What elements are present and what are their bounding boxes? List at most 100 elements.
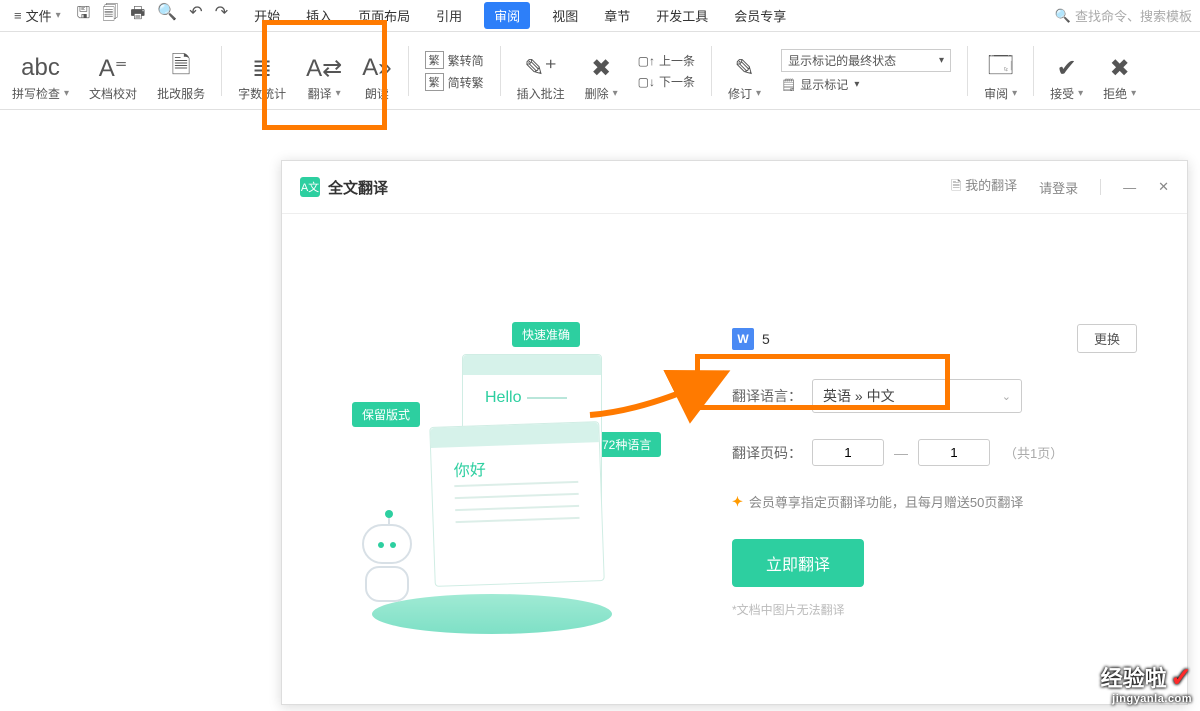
translate-dialog: A文 全文翻译 🗎 我的翻译 请登录 — ✕ 快速准确 保留版式 72种语言 H… bbox=[281, 160, 1188, 705]
separator bbox=[967, 46, 968, 96]
readaloud-button[interactable]: A»朗读 bbox=[354, 40, 399, 102]
display-mode-combo[interactable]: 显示标记的最终状态▾ bbox=[781, 49, 951, 72]
undo-icon[interactable]: ↶ bbox=[189, 2, 202, 29]
doc-row: W 5 更换 bbox=[732, 324, 1137, 353]
dialog-icon: A文 bbox=[300, 177, 320, 197]
translate-form: W 5 更换 翻译语言： 英语 » 中文 ⌄ 翻译页码： — （共1页） ✦ bbox=[672, 234, 1157, 684]
tab-dev[interactable]: 开发工具 bbox=[652, 2, 712, 29]
illustration: 快速准确 保留版式 72种语言 Hello 你好 bbox=[312, 314, 672, 634]
preview-icon[interactable]: 🔍 bbox=[157, 2, 177, 29]
show-markup[interactable]: 🗒显示标记▾ bbox=[781, 76, 951, 93]
nav-group: ▢↑ 上一条 ▢↓下一条 bbox=[630, 40, 703, 102]
prev-label: 上一条 bbox=[659, 52, 695, 69]
separator bbox=[711, 46, 712, 96]
tab-layout[interactable]: 页面布局 bbox=[354, 2, 414, 29]
spellcheck-button[interactable]: abc拼写检查 bbox=[4, 40, 77, 102]
wm-brand: 经验啦 bbox=[1101, 666, 1167, 691]
docproof-icon: A⁼ bbox=[99, 51, 128, 85]
tab-start[interactable]: 开始 bbox=[250, 2, 284, 29]
page-to-input[interactable] bbox=[918, 439, 990, 466]
paper-cn: 你好 bbox=[429, 421, 604, 587]
search-commands[interactable]: 🔍 查找命令、搜索模板 bbox=[1055, 6, 1192, 25]
separator bbox=[500, 46, 501, 96]
showmarkup-label: 显示标记 bbox=[800, 76, 848, 93]
print-icon[interactable]: 🖶 bbox=[130, 2, 145, 29]
redo-icon[interactable]: ↷ bbox=[215, 2, 228, 29]
track-button[interactable]: ✎修订 bbox=[720, 40, 769, 102]
s2t-icon: 繁 bbox=[425, 51, 444, 69]
translate-button[interactable]: A⇄翻译 bbox=[298, 40, 350, 102]
trad-to-simp[interactable]: 繁简转繁 bbox=[425, 73, 484, 91]
page-from-input[interactable] bbox=[812, 439, 884, 466]
accept-button[interactable]: ✔接受 bbox=[1042, 40, 1091, 102]
reject-button[interactable]: ✖拒绝 bbox=[1095, 40, 1144, 102]
readaloud-icon: A» bbox=[362, 51, 391, 85]
language-select[interactable]: 英语 » 中文 ⌄ bbox=[812, 379, 1022, 413]
file-menu[interactable]: ≡ 文件 ▾ bbox=[8, 4, 67, 27]
accept-icon: ✔ bbox=[1057, 51, 1077, 85]
delete-button[interactable]: ✖删除 bbox=[577, 40, 626, 102]
newcomment-button[interactable]: ✎⁺插入批注 bbox=[509, 40, 573, 102]
save-icon[interactable]: 🖫 bbox=[77, 2, 91, 29]
reviewsvc-label: 批改服务 bbox=[157, 85, 205, 102]
page-total: （共1页） bbox=[1004, 443, 1063, 462]
translate-label: 翻译 bbox=[308, 85, 341, 102]
next-comment[interactable]: ▢↓下一条 bbox=[638, 73, 695, 90]
tab-chapter[interactable]: 章节 bbox=[600, 2, 634, 29]
check-icon: ✓ bbox=[1170, 662, 1192, 692]
dash: — bbox=[894, 445, 908, 461]
s2t-label: 繁转简 bbox=[448, 52, 484, 69]
footnote: *文档中图片无法翻译 bbox=[732, 601, 1137, 618]
tab-view[interactable]: 视图 bbox=[548, 2, 582, 29]
markup-icon: 🗒 bbox=[781, 78, 796, 92]
saveas-icon[interactable]: 🗐 bbox=[102, 2, 118, 29]
my-translations-link[interactable]: 🗎 我的翻译 bbox=[951, 175, 1017, 199]
nihao-text: 你好 bbox=[453, 456, 486, 481]
simp-to-trad[interactable]: 繁繁转简 bbox=[425, 51, 484, 69]
login-link[interactable]: 请登录 bbox=[1039, 178, 1078, 197]
display-mode-label: 显示标记的最终状态 bbox=[788, 52, 896, 69]
minimize-button[interactable]: — bbox=[1123, 180, 1136, 195]
markup-group: 显示标记的最终状态▾ 🗒显示标记▾ bbox=[773, 40, 959, 102]
prev-comment[interactable]: ▢↑ 上一条 bbox=[638, 52, 695, 69]
chevron-down-icon: ▾ bbox=[56, 10, 61, 21]
change-doc-button[interactable]: 更换 bbox=[1077, 324, 1137, 353]
close-button[interactable]: ✕ bbox=[1158, 179, 1169, 195]
tab-reference[interactable]: 引用 bbox=[432, 2, 466, 29]
docproof-button[interactable]: A⁼文档校对 bbox=[81, 40, 145, 102]
quick-access-toolbar: 🖫 🗐 🖶 🔍 ↶ ↷ bbox=[77, 2, 228, 29]
word-doc-icon: W bbox=[732, 328, 754, 350]
wm-url: jingyanla.com bbox=[1101, 693, 1192, 705]
dialog-title: 全文翻译 bbox=[328, 177, 388, 198]
doc-icon: 🗎 bbox=[951, 178, 965, 193]
reviewsvc-icon: 🗎 bbox=[171, 51, 190, 85]
reject-icon: ✖ bbox=[1110, 51, 1130, 85]
search-icon: 🔍 bbox=[1055, 8, 1071, 24]
page-row: 翻译页码： — （共1页） bbox=[732, 439, 1137, 466]
translate-now-button[interactable]: 立即翻译 bbox=[732, 539, 864, 587]
ribbon: abc拼写检查 A⁼文档校对 🗎批改服务 ≣字数统计 A⇄翻译 A»朗读 繁繁转… bbox=[0, 32, 1200, 110]
accept-label: 接受 bbox=[1050, 85, 1083, 102]
comment-icon: ✎⁺ bbox=[524, 51, 557, 85]
spellcheck-icon: abc bbox=[21, 51, 60, 85]
reviewsvc-button[interactable]: 🗎批改服务 bbox=[149, 40, 213, 102]
wordcount-button[interactable]: ≣字数统计 bbox=[230, 40, 294, 102]
separator bbox=[1033, 46, 1034, 96]
t2s-label: 简转繁 bbox=[448, 74, 484, 91]
reviewpane-button[interactable]: 🗔审阅 bbox=[976, 40, 1025, 102]
delete-icon: ✖ bbox=[591, 51, 611, 85]
vip-note: 会员尊享指定页翻译功能，且每月赠送50页翻译 bbox=[749, 492, 1023, 511]
tab-review[interactable]: 审阅 bbox=[484, 2, 530, 29]
lang-row: 翻译语言： 英语 » 中文 ⌄ bbox=[732, 379, 1137, 413]
separator bbox=[408, 46, 409, 96]
tag-fast: 快速准确 bbox=[512, 322, 580, 347]
menubar: ≡ 文件 ▾ 🖫 🗐 🖶 🔍 ↶ ↷ 开始 插入 页面布局 引用 审阅 视图 章… bbox=[0, 0, 1200, 32]
up-icon: ▢↑ bbox=[638, 54, 655, 68]
wordcount-label: 字数统计 bbox=[238, 85, 286, 102]
search-placeholder: 查找命令、搜索模板 bbox=[1075, 6, 1192, 25]
tab-insert[interactable]: 插入 bbox=[302, 2, 336, 29]
reviewpane-label: 审阅 bbox=[984, 85, 1017, 102]
tab-vip[interactable]: 会员专享 bbox=[730, 2, 790, 29]
dialog-titlebar: A文 全文翻译 🗎 我的翻译 请登录 — ✕ bbox=[282, 161, 1187, 214]
ribbon-tabs: 开始 插入 页面布局 引用 审阅 视图 章节 开发工具 会员专享 bbox=[250, 2, 790, 29]
